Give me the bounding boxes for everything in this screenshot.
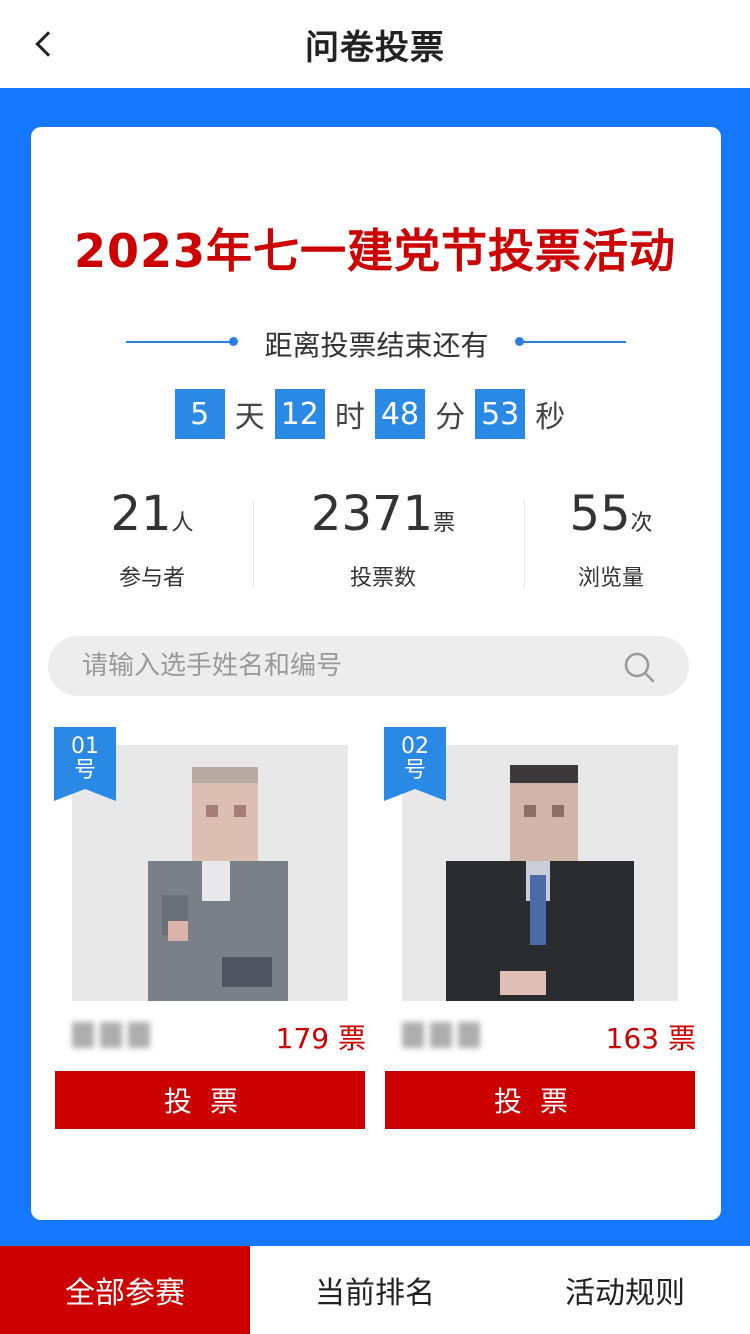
event-title: 2023年七一建党节投票活动	[73, 224, 677, 278]
decorative-dot-left	[229, 337, 238, 346]
countdown-seconds: 53	[475, 389, 526, 439]
countdown-minutes-unit: 分	[435, 400, 466, 435]
countdown-days-unit: 天	[234, 400, 265, 435]
countdown-timer: 5 天 12 时 48 分 53 秒	[0, 389, 750, 439]
page-title: 问卷投票	[305, 27, 445, 68]
tab-current-ranking[interactable]: 当前排名	[250, 1246, 500, 1334]
countdown-days: 5	[174, 389, 225, 439]
player-number-suffix: 号	[73, 758, 96, 783]
stat-value: 21	[110, 486, 172, 542]
player-card[interactable]: 01 号 179 票 投票	[54, 727, 366, 1132]
stat-label: 浏览量	[577, 566, 644, 591]
tab-activity-rules[interactable]: 活动规则	[500, 1246, 750, 1334]
stat-participants: 21人 参与者	[37, 482, 267, 592]
stat-unit: 票	[433, 511, 456, 536]
decorative-line-right	[521, 341, 626, 343]
player-number-badge: 01 号	[54, 727, 116, 801]
player-card[interactable]: 02 号 163 票 投票	[384, 727, 696, 1132]
countdown-seconds-unit: 秒	[535, 400, 566, 435]
player-number: 01	[71, 734, 99, 759]
stat-divider	[253, 500, 254, 588]
player-votes: 179 票	[275, 1022, 366, 1055]
search-input[interactable]	[82, 636, 622, 696]
player-number: 02	[401, 734, 429, 759]
tab-all-contestants[interactable]: 全部参赛	[0, 1246, 250, 1334]
player-name-blurred	[402, 1017, 492, 1053]
player-number-badge: 02 号	[384, 727, 446, 801]
stat-label: 投票数	[349, 566, 416, 591]
countdown-label: 距离投票结束还有	[264, 329, 489, 362]
search-bar[interactable]	[48, 636, 689, 696]
stat-unit: 次	[630, 511, 653, 536]
countdown-hours-unit: 时	[334, 400, 365, 435]
stat-label: 参与者	[118, 566, 185, 591]
player-name-blurred	[72, 1017, 162, 1053]
countdown-hours: 12	[274, 389, 325, 439]
player-number-suffix: 号	[403, 758, 426, 783]
stat-unit: 人	[171, 511, 194, 536]
countdown-label-row: 距离投票结束还有	[126, 322, 626, 362]
player-votes: 163 票	[605, 1022, 696, 1055]
vote-button[interactable]: 投票	[385, 1071, 695, 1129]
countdown-minutes: 48	[374, 389, 426, 439]
vote-button[interactable]: 投票	[55, 1071, 365, 1129]
stat-value: 2371	[310, 486, 434, 542]
stat-views: 55次 浏览量	[496, 482, 726, 592]
back-arrow-icon[interactable]	[22, 22, 66, 66]
decorative-line-left	[126, 341, 231, 343]
bottom-tab-bar: 全部参赛 当前排名 活动规则	[0, 1246, 750, 1334]
badge-text: 01 号	[54, 735, 116, 783]
stat-value: 55	[569, 486, 631, 542]
stat-votes: 2371票 投票数	[268, 482, 498, 592]
top-nav-bar: 问卷投票	[0, 0, 750, 88]
stats-panel: 21人 参与者 2371票 投票数 55次 浏览量	[31, 482, 721, 592]
search-icon[interactable]	[623, 651, 655, 683]
badge-text: 02 号	[384, 735, 446, 783]
